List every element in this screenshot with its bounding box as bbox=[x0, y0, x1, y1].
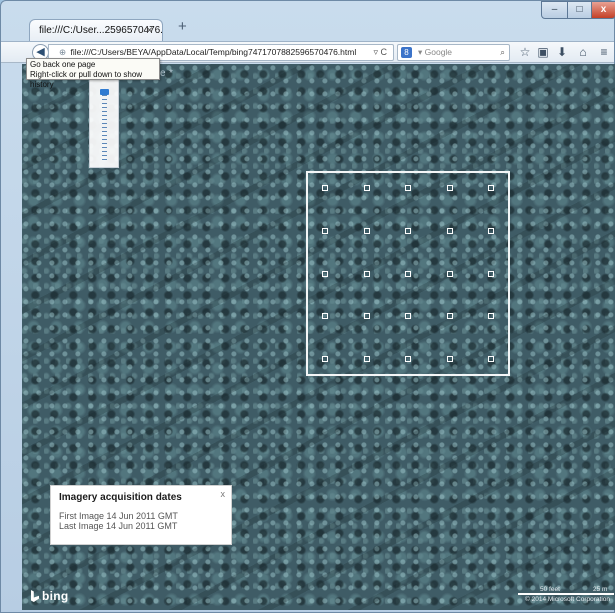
sample-point bbox=[446, 270, 453, 277]
maximize-button[interactable]: □ bbox=[567, 1, 592, 19]
sample-point bbox=[322, 313, 328, 320]
close-icon: x bbox=[600, 4, 607, 15]
page-content: e * Imagery acquisition dates x First Im… bbox=[22, 64, 615, 610]
scale-feet-label: 50 feet bbox=[540, 586, 560, 593]
sample-point bbox=[405, 227, 411, 234]
tooltip-line-2: Right-click or pull down to show history bbox=[30, 70, 143, 89]
sample-point bbox=[363, 185, 370, 191]
search-icon[interactable]: ⌕ bbox=[500, 45, 505, 60]
first-image-date: First Image 14 Jun 2011 GMT bbox=[59, 511, 178, 521]
sample-point bbox=[322, 270, 328, 277]
minimize-button[interactable]: – bbox=[541, 1, 568, 19]
sample-area-box bbox=[306, 171, 510, 376]
popup-close-icon[interactable]: x bbox=[221, 489, 226, 499]
scale-meter-label: 25 m bbox=[593, 586, 608, 593]
reload-icon[interactable]: ▿ C bbox=[373, 45, 387, 60]
browser-tab[interactable]: file:///C:/User...2596570476.html × bbox=[29, 19, 163, 41]
sample-point bbox=[405, 356, 411, 362]
sample-point bbox=[363, 270, 370, 277]
tab-close-icon[interactable]: × bbox=[146, 23, 153, 37]
url-text: file:///C:/Users/BEYA/AppData/Local/Temp… bbox=[70, 47, 357, 57]
sample-point bbox=[488, 313, 494, 320]
bing-logo-text: bing bbox=[42, 589, 69, 603]
sample-point bbox=[322, 185, 328, 191]
map-overlay-text: e * bbox=[160, 68, 174, 79]
sample-point bbox=[488, 270, 494, 277]
close-window-button[interactable]: x bbox=[591, 1, 615, 19]
menu-icon[interactable]: ≡ bbox=[596, 45, 612, 59]
tooltip-line-1: Go back one page bbox=[30, 60, 96, 69]
download-icon[interactable]: ⬇ bbox=[554, 45, 570, 59]
clipboard-icon[interactable]: ▣ bbox=[535, 45, 551, 59]
bing-b-icon bbox=[31, 590, 39, 602]
minimize-icon: – bbox=[551, 4, 558, 15]
home-icon[interactable]: ⌂ bbox=[575, 45, 591, 59]
back-button-tooltip: Go back one page Right-click or pull dow… bbox=[26, 58, 160, 89]
search-bar[interactable]: 8 ▾ Google ⌕ bbox=[397, 44, 510, 61]
sample-point bbox=[488, 227, 494, 234]
sample-point bbox=[405, 313, 411, 320]
bing-logo: bing bbox=[31, 589, 69, 603]
sample-point bbox=[488, 185, 494, 191]
scale-bar: 50 feet 25 m bbox=[510, 586, 614, 596]
maximize-icon: □ bbox=[576, 4, 583, 15]
imagery-dates-popup: Imagery acquisition dates x First Image … bbox=[50, 485, 232, 545]
scale-line bbox=[518, 593, 614, 595]
back-arrow-icon: ◀ bbox=[36, 46, 45, 58]
sample-point bbox=[363, 227, 370, 234]
sample-point bbox=[322, 227, 328, 234]
sample-point bbox=[446, 356, 453, 362]
zoom-track[interactable] bbox=[102, 95, 107, 163]
site-identity-icon[interactable]: ⊕ bbox=[59, 47, 66, 57]
title-bar: file:///C:/User...2596570476.html × + – … bbox=[1, 1, 615, 43]
sample-point bbox=[363, 356, 370, 362]
popup-title: Imagery acquisition dates bbox=[59, 492, 182, 503]
new-tab-button[interactable]: + bbox=[178, 18, 187, 35]
copyright-text: © 2014 Microsoft Corporation bbox=[525, 596, 610, 603]
sample-point bbox=[322, 356, 328, 362]
star-icon[interactable]: ☆ bbox=[517, 45, 533, 59]
sample-point bbox=[488, 356, 494, 362]
sample-point bbox=[446, 185, 453, 191]
sample-point bbox=[446, 313, 453, 320]
tab-title: file:///C:/User...2596570476.html bbox=[39, 25, 163, 36]
last-image-date: Last Image 14 Jun 2011 GMT bbox=[59, 521, 178, 531]
sample-point bbox=[363, 313, 370, 320]
search-placeholder: ▾ Google bbox=[418, 47, 453, 57]
zoom-slider[interactable] bbox=[89, 78, 119, 168]
browser-window: file:///C:/User...2596570476.html × + – … bbox=[0, 0, 615, 613]
sample-point bbox=[405, 185, 411, 191]
search-engine-icon[interactable]: 8 bbox=[401, 47, 412, 58]
sample-point bbox=[446, 227, 453, 234]
sample-point bbox=[405, 270, 411, 277]
